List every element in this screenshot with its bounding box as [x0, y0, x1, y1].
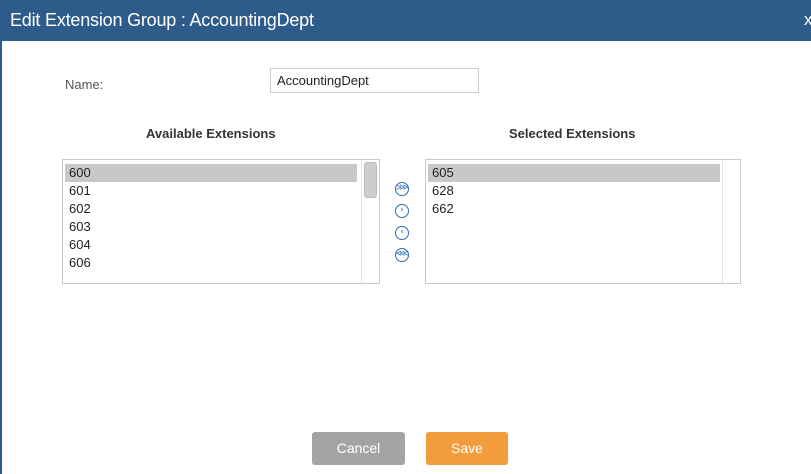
name-label: Name:: [65, 77, 104, 92]
move-all-left-icon[interactable]: ⋘: [395, 248, 409, 262]
list-item[interactable]: 628: [428, 182, 720, 200]
available-extensions-list[interactable]: 600 601 602 603 604 606: [62, 159, 380, 284]
list-item[interactable]: 662: [428, 200, 720, 218]
move-all-right-icon[interactable]: ⋙: [395, 182, 409, 196]
close-icon[interactable]: x: [804, 10, 811, 30]
list-item[interactable]: 606: [65, 254, 357, 272]
cancel-button[interactable]: Cancel: [312, 432, 405, 465]
available-extensions-title: Available Extensions: [146, 126, 276, 141]
list-item[interactable]: 602: [65, 200, 357, 218]
edit-extension-group-dialog: Edit Extension Group : AccountingDept x …: [0, 0, 811, 474]
name-input[interactable]: [270, 68, 479, 93]
list-item[interactable]: 600: [65, 164, 357, 182]
dialog-title: Edit Extension Group : AccountingDept: [10, 10, 314, 30]
selected-extensions-title: Selected Extensions: [509, 126, 636, 141]
save-button[interactable]: Save: [426, 432, 508, 465]
list-item[interactable]: 605: [428, 164, 720, 182]
list-item[interactable]: 603: [65, 218, 357, 236]
selected-list-scrollbar[interactable]: [722, 160, 740, 283]
scrollbar-thumb[interactable]: [364, 162, 377, 198]
list-item[interactable]: 604: [65, 236, 357, 254]
available-list-scrollbar[interactable]: [361, 160, 379, 283]
selected-extensions-list[interactable]: 605 628 662: [425, 159, 741, 284]
move-left-icon[interactable]: ‹: [395, 226, 409, 240]
dialog-titlebar: Edit Extension Group : AccountingDept x: [2, 0, 811, 41]
move-right-icon[interactable]: ›: [395, 204, 409, 218]
list-item[interactable]: 601: [65, 182, 357, 200]
